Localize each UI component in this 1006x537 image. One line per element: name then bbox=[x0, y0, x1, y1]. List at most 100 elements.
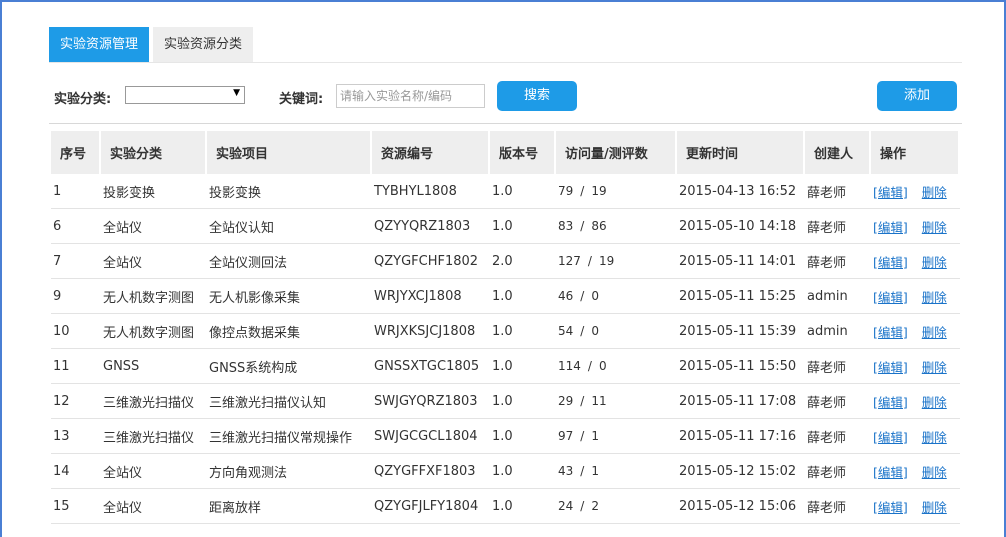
delete-link[interactable]: 删除 bbox=[922, 255, 947, 270]
cell-reviews: 1 bbox=[591, 429, 599, 443]
cell-actions: [编辑] 删除 bbox=[871, 174, 960, 209]
cell-project: 投影变换 bbox=[207, 174, 372, 209]
keyword-input[interactable] bbox=[336, 84, 485, 108]
cell-creator: admin bbox=[805, 279, 871, 314]
cell-version: 1.0 bbox=[490, 174, 556, 209]
edit-link[interactable]: [编辑] bbox=[873, 325, 908, 340]
delete-link[interactable]: 删除 bbox=[922, 325, 947, 340]
cell-category: 三维激光扫描仪 bbox=[101, 384, 207, 419]
cell-visits-reviews: 54 / 0 bbox=[556, 314, 677, 349]
edit-link[interactable]: [编辑] bbox=[873, 360, 908, 375]
cell-project: 三维激光扫描仪常规操作 bbox=[207, 419, 372, 454]
cell-visits: 54 bbox=[558, 324, 574, 338]
cell-category: 全站仪 bbox=[101, 209, 207, 244]
tab-resource-category[interactable]: 实验资源分类 bbox=[153, 27, 254, 62]
cell-actions: [编辑] 删除 bbox=[871, 209, 960, 244]
separator: / bbox=[587, 254, 592, 268]
cell-project: 全站仪测回法 bbox=[207, 244, 372, 279]
cell-visits-reviews: 127 / 19 bbox=[556, 244, 677, 279]
cell-category: 全站仪 bbox=[101, 454, 207, 489]
cell-category: GNSS bbox=[101, 349, 207, 384]
cell-creator: 薛老师 bbox=[805, 174, 871, 209]
cell-visits-reviews: 46 / 0 bbox=[556, 279, 677, 314]
cell-updated: 2015-05-11 15:39 bbox=[677, 314, 805, 349]
separator: / bbox=[580, 289, 585, 303]
cell-code: GNSSXTGC1805 bbox=[372, 349, 490, 384]
table-row: 7 全站仪 全站仪测回法 QZYGFCHF1802 2.0 127 / 19 201… bbox=[51, 244, 960, 279]
cell-updated: 2015-05-11 17:08 bbox=[677, 384, 805, 419]
cell-project: 三维激光扫描仪认知 bbox=[207, 384, 372, 419]
cell-index: 7 bbox=[51, 244, 101, 279]
delete-link[interactable]: 删除 bbox=[922, 500, 947, 515]
cell-updated: 2015-05-11 15:25 bbox=[677, 279, 805, 314]
cell-actions: [编辑] 删除 bbox=[871, 384, 960, 419]
cell-visits: 29 bbox=[558, 394, 574, 408]
cell-actions: [编辑] 删除 bbox=[871, 349, 960, 384]
cell-version: 2.0 bbox=[490, 244, 556, 279]
delete-link[interactable]: 删除 bbox=[922, 290, 947, 305]
delete-link[interactable]: 删除 bbox=[922, 430, 947, 445]
separator: / bbox=[580, 429, 585, 443]
cell-category: 无人机数字测图 bbox=[101, 279, 207, 314]
edit-link[interactable]: [编辑] bbox=[873, 430, 908, 445]
cell-project: 全站仪认知 bbox=[207, 209, 372, 244]
delete-link[interactable]: 删除 bbox=[922, 220, 947, 235]
edit-link[interactable]: [编辑] bbox=[873, 255, 908, 270]
category-filter-label: 实验分类: bbox=[54, 92, 112, 107]
delete-link[interactable]: 删除 bbox=[922, 185, 947, 200]
cell-reviews: 0 bbox=[598, 359, 607, 373]
edit-link[interactable]: [编辑] bbox=[873, 500, 908, 515]
cell-reviews: 2 bbox=[591, 499, 599, 513]
cell-index: 1 bbox=[51, 174, 101, 209]
cell-reviews: 19 bbox=[598, 254, 615, 268]
cell-visits: 97 bbox=[558, 429, 574, 443]
edit-link[interactable]: [编辑] bbox=[873, 465, 908, 480]
header-code: 资源编号 bbox=[372, 131, 490, 174]
cell-visits-reviews: 24 / 2 bbox=[556, 489, 677, 524]
cell-version: 1.0 bbox=[490, 454, 556, 489]
cell-updated: 2015-05-12 15:06 bbox=[677, 489, 805, 524]
cell-updated: 2015-05-10 14:18 bbox=[677, 209, 805, 244]
separator: / bbox=[587, 359, 592, 373]
separator: / bbox=[580, 219, 585, 233]
cell-index: 15 bbox=[51, 489, 101, 524]
cell-visits: 83 bbox=[558, 219, 574, 233]
tab-resource-management[interactable]: 实验资源管理 bbox=[49, 27, 150, 62]
cell-visits: 24 bbox=[558, 499, 574, 513]
delete-link[interactable]: 删除 bbox=[922, 395, 947, 410]
table-header-row: 序号 实验分类 实验项目 资源编号 版本号 访问量/测评数 更新时间 创建人 操… bbox=[51, 131, 960, 174]
delete-link[interactable]: 删除 bbox=[922, 465, 947, 480]
cell-code: QZYYQRZ1803 bbox=[372, 209, 490, 244]
cell-visits: 127 bbox=[558, 254, 581, 268]
edit-link[interactable]: [编辑] bbox=[873, 395, 908, 410]
edit-link[interactable]: [编辑] bbox=[873, 185, 908, 200]
search-button[interactable]: 搜索 bbox=[497, 81, 577, 111]
cell-creator: 薛老师 bbox=[805, 209, 871, 244]
cell-updated: 2015-05-11 15:50 bbox=[677, 349, 805, 384]
cell-updated: 2015-04-13 16:52 bbox=[677, 174, 805, 209]
cell-index: 6 bbox=[51, 209, 101, 244]
cell-index: 10 bbox=[51, 314, 101, 349]
cell-version: 1.0 bbox=[490, 209, 556, 244]
cell-code: TYBHYL1808 bbox=[372, 174, 490, 209]
resource-table: 序号 实验分类 实验项目 资源编号 版本号 访问量/测评数 更新时间 创建人 操… bbox=[51, 131, 960, 524]
tab-bar: 实验资源管理 实验资源分类 bbox=[49, 27, 257, 62]
table-row: 6 全站仪 全站仪认知 QZYYQRZ1803 1.0 83 / 86 2015-0… bbox=[51, 209, 960, 244]
edit-link[interactable]: [编辑] bbox=[873, 290, 908, 305]
keyword-label: 关键词: bbox=[279, 92, 324, 107]
cell-visits-reviews: 114 / 0 bbox=[556, 349, 677, 384]
table-row: 15 全站仪 距离放样 QZYGFJLFY1804 1.0 24 / 2 2015-… bbox=[51, 489, 960, 524]
cell-version: 1.0 bbox=[490, 349, 556, 384]
cell-visits: 114 bbox=[558, 359, 581, 373]
cell-category: 三维激光扫描仪 bbox=[101, 419, 207, 454]
separator: / bbox=[580, 464, 585, 478]
add-button[interactable]: 添加 bbox=[877, 81, 957, 111]
cell-reviews: 0 bbox=[591, 289, 599, 303]
category-select[interactable]: ▼ bbox=[125, 86, 245, 104]
delete-link[interactable]: 删除 bbox=[922, 360, 947, 375]
edit-link[interactable]: [编辑] bbox=[873, 220, 908, 235]
cell-code: QZYGFFXF1803 bbox=[372, 454, 490, 489]
table-row: 10 无人机数字测图 像控点数据采集 WRJXKSJCJ1808 1.0 54 /… bbox=[51, 314, 960, 349]
cell-visits-reviews: 97 / 1 bbox=[556, 419, 677, 454]
cell-code: SWJGCGCL1804 bbox=[372, 419, 490, 454]
